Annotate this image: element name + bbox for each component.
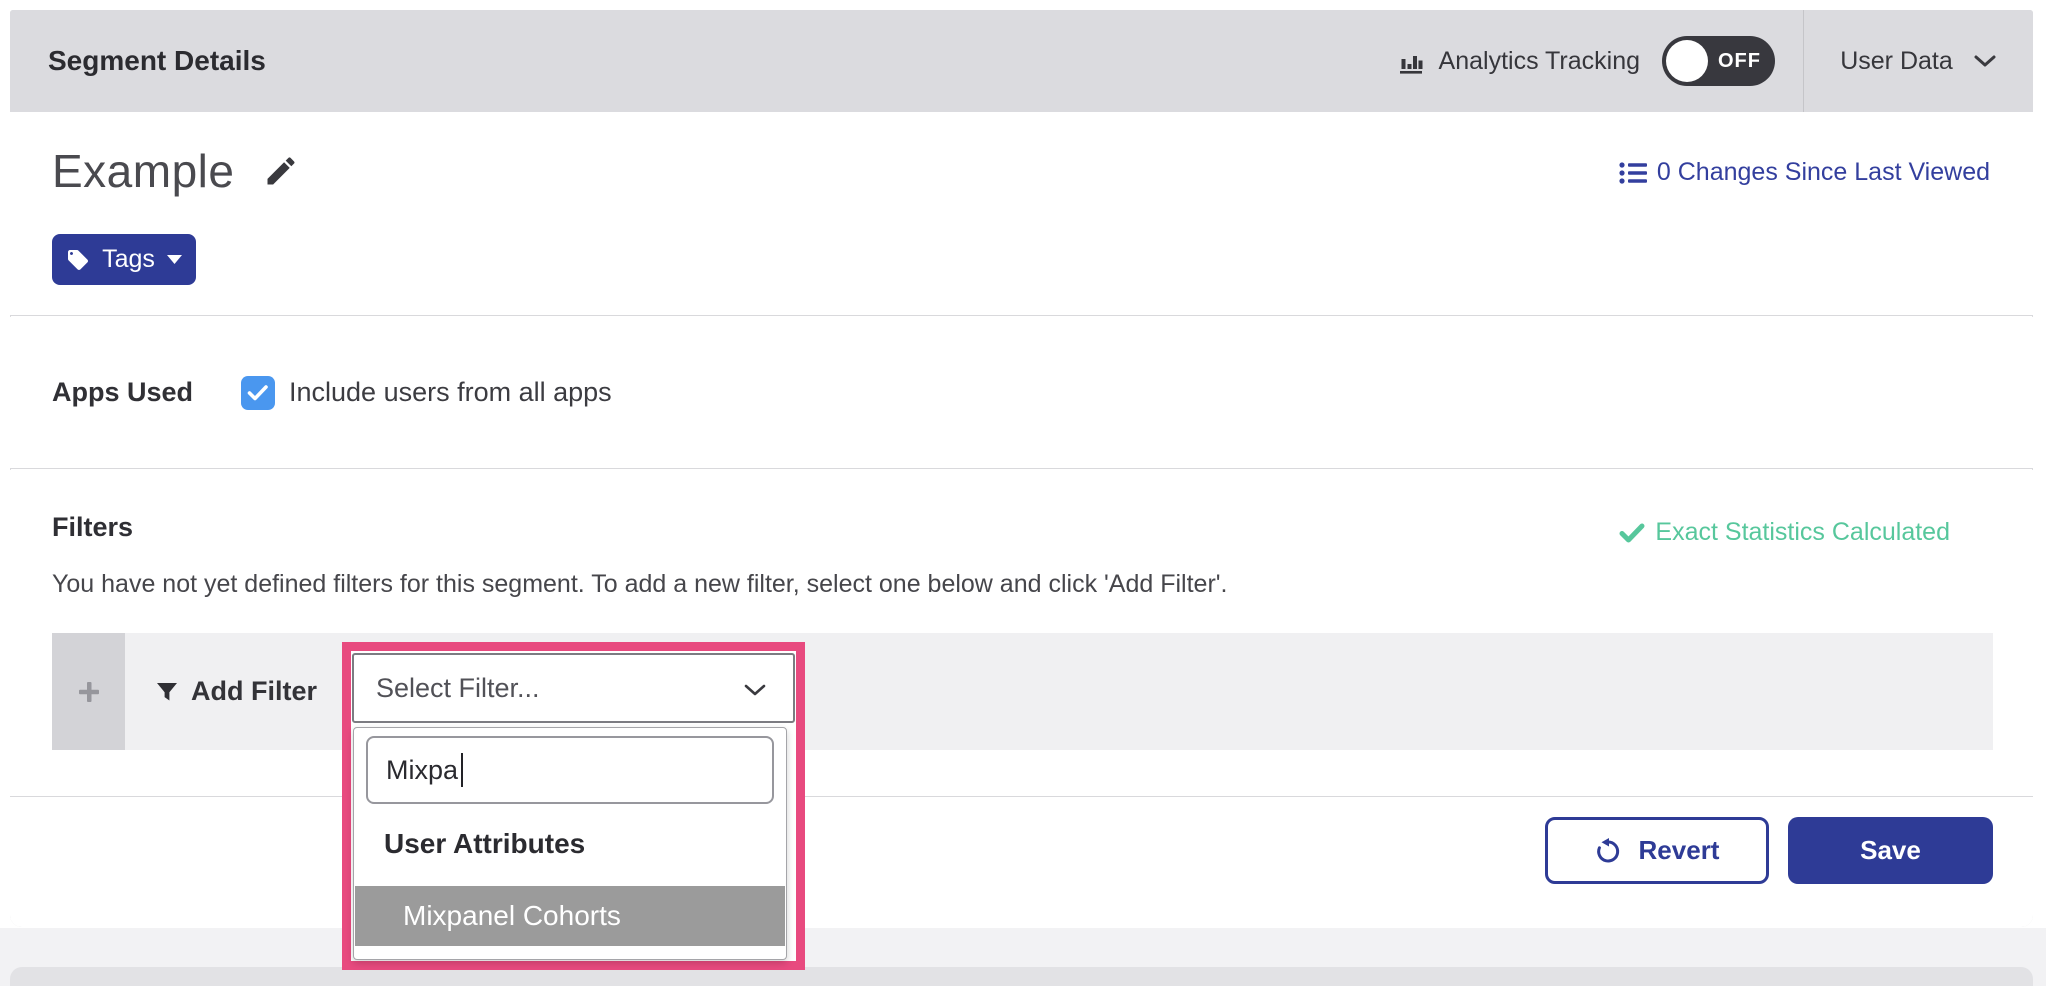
filters-description: You have not yet defined filters for thi…: [52, 570, 1228, 599]
save-button[interactable]: Save: [1788, 817, 1993, 884]
bar-chart-icon: [1397, 47, 1425, 75]
tags-button[interactable]: Tags: [52, 234, 196, 285]
add-filter-plus-button[interactable]: [52, 633, 125, 750]
save-button-label: Save: [1860, 835, 1921, 866]
header-bar: Segment Details Analytics Tracking OFF: [10, 10, 2033, 112]
include-all-apps-label[interactable]: Include users from all apps: [289, 377, 612, 408]
add-filter-label: Add Filter: [191, 676, 317, 707]
list-icon: [1619, 161, 1647, 185]
checkmark-icon: [1619, 523, 1645, 543]
next-section-header-edge: [10, 967, 2033, 986]
analytics-tracking-group: Analytics Tracking OFF: [1397, 36, 1803, 86]
select-filter-dropdown[interactable]: Select Filter...: [352, 653, 795, 723]
segment-title-card: Example 0 Changes Since Last Viewed: [10, 112, 2033, 316]
edit-name-button[interactable]: [262, 152, 300, 190]
filter-search-value: Mixpa: [386, 755, 458, 786]
exact-statistics-label: Exact Statistics Calculated: [1655, 518, 1950, 547]
add-filter-button[interactable]: Add Filter: [155, 676, 317, 707]
dropdown-group-header: User Attributes: [384, 828, 585, 860]
changes-since-last-viewed-link[interactable]: 0 Changes Since Last Viewed: [1619, 158, 1990, 187]
plus-icon: [77, 680, 101, 704]
segment-name-row: Example: [52, 144, 300, 198]
filter-dropdown-panel: Mixpa User Attributes Mixpanel Cohorts: [353, 727, 787, 960]
select-filter-placeholder: Select Filter...: [354, 673, 540, 704]
highlight-annotation-frame: Select Filter... Mixpa User Attributes M…: [342, 642, 805, 970]
apps-used-card: Apps Used Include users from all apps: [10, 317, 2033, 469]
chevron-down-icon: [1973, 54, 1997, 68]
text-caret: [461, 753, 463, 787]
analytics-tracking-toggle[interactable]: OFF: [1662, 36, 1775, 86]
segment-details-page: Segment Details Analytics Tracking OFF: [0, 0, 2046, 986]
dropdown-option-mixpanel-cohorts[interactable]: Mixpanel Cohorts: [355, 886, 785, 946]
tag-icon: [66, 248, 90, 272]
user-data-label: User Data: [1840, 47, 1953, 76]
exact-statistics-status: Exact Statistics Calculated: [1619, 518, 1950, 547]
filter-funnel-icon: [155, 680, 179, 704]
check-icon: [247, 384, 269, 402]
filter-search-input[interactable]: Mixpa: [366, 736, 774, 804]
page-title: Segment Details: [10, 45, 266, 77]
pencil-icon: [263, 153, 299, 189]
segment-name: Example: [52, 144, 234, 198]
user-data-dropdown[interactable]: User Data: [1804, 47, 2033, 76]
actions-footer: Revert Save: [10, 797, 2033, 927]
toggle-knob: [1666, 40, 1708, 82]
toggle-state-label: OFF: [1718, 36, 1761, 86]
header-right: Analytics Tracking OFF User Data: [1397, 10, 2033, 112]
filters-card: Filters Exact Statistics Calculated You …: [10, 470, 2033, 797]
tags-button-label: Tags: [102, 245, 155, 274]
revert-button[interactable]: Revert: [1545, 817, 1769, 884]
revert-icon: [1595, 837, 1623, 865]
include-all-apps-checkbox[interactable]: [241, 376, 275, 410]
caret-down-icon: [167, 255, 182, 264]
chevron-down-icon: [743, 683, 767, 697]
revert-button-label: Revert: [1639, 835, 1720, 866]
changes-link-label: 0 Changes Since Last Viewed: [1657, 158, 1990, 187]
analytics-tracking-label: Analytics Tracking: [1439, 47, 1640, 76]
filters-heading: Filters: [52, 512, 133, 543]
apps-used-label: Apps Used: [52, 377, 202, 408]
